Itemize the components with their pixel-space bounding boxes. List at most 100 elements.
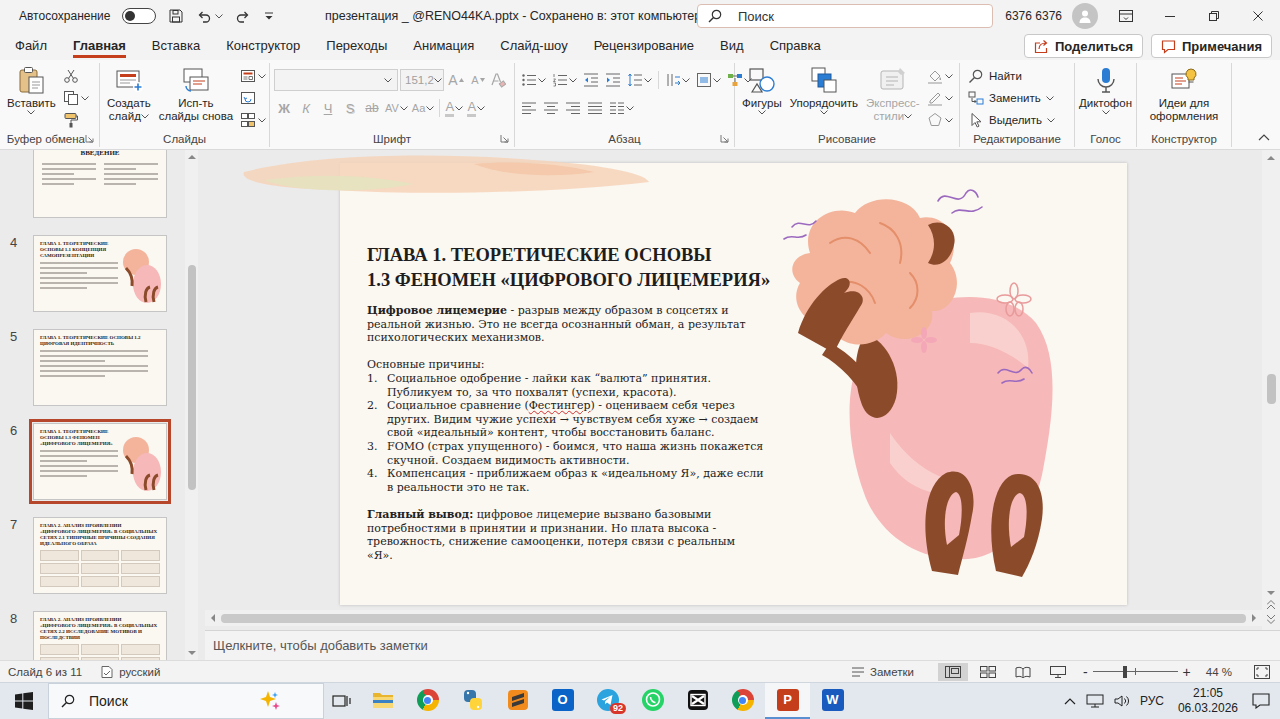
font-style-button[interactable]: К (296, 97, 316, 119)
volume-icon[interactable] (1114, 694, 1130, 708)
taskbar-app[interactable] (630, 683, 675, 719)
ribbon-tab[interactable]: Переходы (313, 32, 400, 60)
taskbar-app[interactable]: P (765, 683, 810, 719)
slide-thumbnail[interactable]: ВВЕДЕНИЕ (33, 150, 167, 218)
dropdown-arrow-icon[interactable] (626, 106, 634, 111)
right-button[interactable] (563, 97, 583, 119)
spacing-icon[interactable] (627, 72, 643, 88)
highlight-color-button[interactable]: A (444, 97, 464, 119)
dropdown-arrow-icon[interactable] (384, 78, 392, 83)
dropdown-arrow-icon[interactable] (820, 110, 828, 115)
indent-icon[interactable] (605, 72, 621, 88)
font-spacing-button[interactable]: AV (384, 97, 409, 119)
layout-button[interactable] (240, 66, 266, 86)
left-button[interactable] (519, 97, 539, 119)
columns-button[interactable] (607, 97, 636, 119)
dropdown-arrow-icon[interactable] (27, 110, 35, 115)
aligntext-icon[interactable] (696, 72, 712, 88)
thumbnail-row[interactable]: 5 ГЛАВА 1. ТЕОРЕТИЧЕСКИЕ ОСНОВЫ 1.2 ЦИФР… (0, 329, 185, 406)
slide-body[interactable]: Цифровое лицемерие - разрыв между образо… (367, 304, 764, 562)
arrange-button[interactable]: Упорядочить (789, 65, 859, 115)
task-view-button[interactable] (324, 683, 360, 719)
shapes-button[interactable]: Фигуры (741, 65, 783, 115)
start-button[interactable] (0, 683, 48, 719)
outdent-icon[interactable] (583, 72, 599, 88)
ribbon-tab[interactable]: Анимация (400, 32, 487, 60)
dropdown-arrow-icon[interactable] (141, 114, 149, 119)
ribbon-tab[interactable]: Конструктор (213, 32, 313, 60)
minimize-button[interactable] (1148, 0, 1192, 32)
justify-button[interactable] (585, 97, 605, 119)
slide-thumbnail[interactable]: ГЛАВА 1. ТЕОРЕТИЧЕСКИЕ ОСНОВЫ 1.3 ФЕНОМЕ… (33, 423, 167, 500)
customize-toolbar-icon[interactable] (263, 10, 275, 22)
ribbon-tab[interactable]: Главная (60, 32, 139, 60)
taskbar-app[interactable] (450, 683, 495, 719)
user-name[interactable]: 6376 6376 (1005, 9, 1062, 23)
reading-view-button[interactable] (1008, 663, 1038, 681)
right-icon[interactable] (565, 100, 581, 116)
scroll-up-icon[interactable] (188, 154, 196, 160)
taskbar-app[interactable]: O (540, 683, 585, 719)
center-button[interactable] (541, 97, 561, 119)
aligntext-button[interactable] (694, 69, 723, 91)
zoom-out-button[interactable]: - (1078, 664, 1093, 680)
normal-view-button[interactable] (938, 663, 968, 681)
restore-button[interactable] (1192, 0, 1236, 32)
design-ideas-button[interactable]: Идеи дляоформления (1149, 65, 1220, 123)
taskbar-app[interactable] (720, 683, 765, 719)
sorter-view-button[interactable] (973, 663, 1003, 681)
dropdown-arrow-icon[interactable] (538, 78, 546, 83)
cut-button[interactable] (63, 66, 89, 86)
ribbon-display-button[interactable] (1104, 0, 1148, 32)
font-style-button[interactable]: S (340, 97, 360, 119)
collapse-ribbon-icon[interactable] (1258, 133, 1270, 141)
thumbnail-row[interactable]: 4 ГЛАВА 1. ТЕОРЕТИЧЕСКИЕ ОСНОВЫ 1.1 КОНЦ… (0, 235, 185, 312)
notes-pane[interactable]: Щелкните, чтобы добавить заметки (205, 630, 1280, 660)
scroll-right-icon[interactable] (1251, 614, 1257, 622)
fit-to-window-icon[interactable] (1254, 665, 1270, 679)
thumbnail-row[interactable]: 6 ГЛАВА 1. ТЕОРЕТИЧЕСКИЕ ОСНОВЫ 1.3 ФЕНО… (0, 423, 185, 500)
slide[interactable]: ГЛАВА 1. ТЕОРЕТИЧЕСКИЕ ОСНОВЫ1.3 ФЕНОМЕН… (340, 163, 1127, 605)
copilot-icon[interactable] (259, 690, 281, 712)
shape-effects-button[interactable] (927, 110, 953, 130)
scroll-left-icon[interactable] (210, 614, 216, 622)
zoom-slider-thumb[interactable] (1123, 666, 1127, 678)
dropdown-arrow-icon[interactable] (644, 78, 652, 83)
find-button[interactable]: Найти (964, 66, 1022, 86)
slide-thumbnail[interactable]: ГЛАВА 2. АНАЛИЗ ПРОЯВЛЕНИЙ «ЦИФРОВОГО ЛИ… (33, 611, 167, 660)
ribbon-tab[interactable]: Справка (757, 32, 834, 60)
zoom-slider[interactable] (1093, 665, 1178, 679)
paste-button[interactable]: Вставить (6, 65, 57, 115)
spacing-button[interactable] (625, 69, 654, 91)
thumbnail-row[interactable]: ВВЕДЕНИЕ (0, 150, 185, 218)
slide-thumbnail[interactable]: ГЛАВА 1. ТЕОРЕТИЧЕСКИЕ ОСНОВЫ 1.2 ЦИФРОВ… (33, 329, 167, 406)
styles-button[interactable]: Экспресс-стили (865, 65, 921, 123)
next-slide-icon[interactable] (1267, 614, 1275, 624)
comments-button[interactable]: Примечания (1151, 34, 1272, 58)
search-box[interactable]: Поиск (697, 4, 993, 28)
input-language[interactable]: РУС (1140, 694, 1164, 708)
font-spacing-button[interactable]: Aa (411, 97, 435, 119)
slide-title[interactable]: ГЛАВА 1. ТЕОРЕТИЧЕСКИЕ ОСНОВЫ1.3 ФЕНОМЕН… (367, 243, 797, 293)
format-painter-button[interactable] (63, 110, 89, 130)
scroll-down-icon[interactable] (188, 650, 196, 656)
font-color-button[interactable]: A (466, 97, 486, 119)
show-hidden-icons-icon[interactable] (1064, 697, 1076, 705)
slide-thumbnail[interactable]: ГЛАВА 2. АНАЛИЗ ПРОЯВЛЕНИЙ «ЦИФРОВОГО ЛИ… (33, 517, 167, 594)
redo-icon[interactable] (235, 8, 251, 24)
ribbon-tab[interactable]: Слайд-шоу (487, 32, 580, 60)
taskbar-app[interactable] (675, 683, 720, 719)
taskbar-app[interactable] (405, 683, 450, 719)
save-icon[interactable] (168, 8, 184, 24)
dropdown-arrow-icon[interactable] (455, 106, 463, 111)
justify-icon[interactable] (587, 100, 603, 116)
dropdown-arrow-icon[interactable] (682, 78, 690, 83)
reset-button[interactable] (240, 88, 266, 108)
taskbar-search[interactable]: Поиск (48, 683, 324, 719)
copy-button[interactable] (63, 88, 89, 108)
scrollbar-thumb[interactable] (1267, 374, 1276, 404)
numbering-button[interactable] (550, 69, 579, 91)
notifications-icon[interactable] (1252, 693, 1270, 709)
taskbar-app[interactable] (360, 683, 405, 719)
dialog-launcher-icon[interactable] (720, 134, 729, 143)
